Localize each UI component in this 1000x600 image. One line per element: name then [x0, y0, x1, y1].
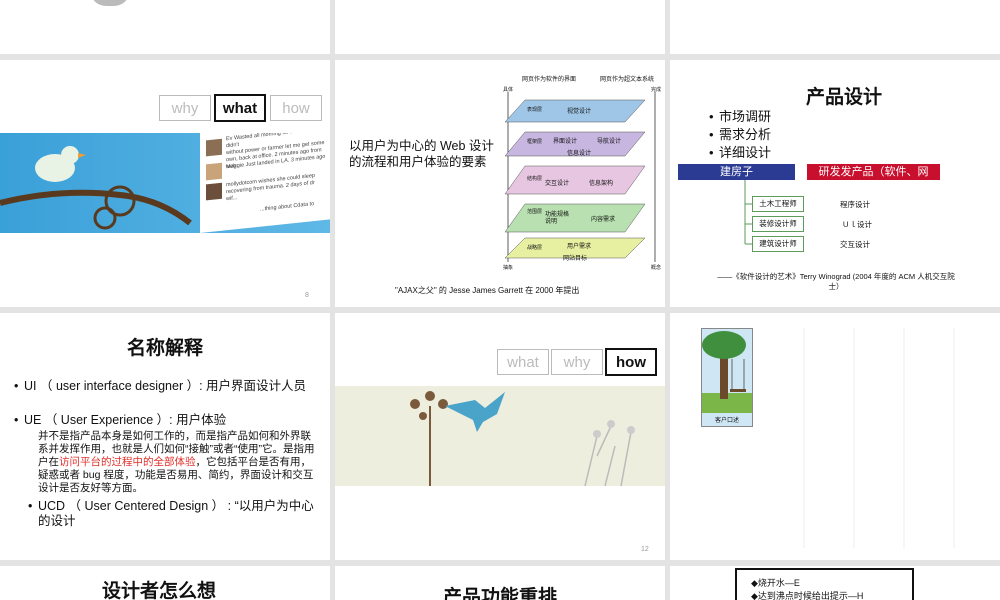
tweet-4: ...thing about Cdata to: [260, 201, 315, 213]
book-quote: ——《软件设计的艺术》Terry Winograd (2004 年度的 ACM …: [717, 272, 955, 291]
slide-thumb-hummingbird[interactable]: what why how 12: [335, 313, 665, 560]
slide-thumb-kettle[interactable]: ◆烧开水—E ◆达到沸点时候给出提示—H: [670, 566, 1000, 600]
hummingbird-banner: [335, 386, 665, 487]
slide-thumb-twitter[interactable]: why what how Ev Wasted all morning for F…: [0, 60, 330, 307]
tab-why: why: [551, 349, 603, 375]
layer-5-center: 用户需求: [567, 244, 592, 250]
slide-title: 产品设计: [805, 87, 882, 108]
page-number: 12: [641, 546, 649, 553]
role-label: 交互设计: [840, 240, 870, 249]
diamond-icon: ◆: [751, 578, 758, 588]
avatar: [206, 182, 222, 201]
page-number: 8: [305, 292, 309, 299]
layer-5-sub: 网站目标: [563, 256, 588, 262]
slide-thumb-3[interactable]: [670, 0, 1000, 54]
tweet-panel: Ev Wasted all morning for FORL who didn'…: [200, 133, 330, 233]
slide-thumb-glossary[interactable]: 名称解释 UI （ user interface designer ）: 用户界…: [0, 313, 330, 560]
layer-4-right: 内容需求: [591, 217, 616, 223]
tab-how: how: [605, 348, 657, 376]
requirements-box: ◆烧开水—E ◆达到沸点时候给出提示—H: [735, 568, 914, 600]
tab-why: why: [159, 95, 211, 121]
ue-description: 并不是指产品本身是如何工作的，而是指产品如何和外界联系并发挥作用，也就是人们如何…: [38, 430, 316, 495]
slide-thumb-2[interactable]: [335, 0, 665, 54]
layer-1-left: 表现层: [527, 107, 543, 113]
avatar: [206, 162, 222, 181]
layer-4-left: 范围层: [527, 209, 543, 215]
avatar: [206, 138, 222, 157]
bullet-item: 需求分析: [709, 126, 771, 143]
tab-what: what: [214, 94, 266, 122]
slide-footer: "AJAX之父" 的 Jesse James Garrett 在 2000 年提…: [395, 286, 580, 295]
requirement-line: ◆烧开水—E: [751, 578, 800, 588]
bullet-item: 市场调研: [709, 108, 771, 125]
role-box: 土木工程师: [752, 196, 804, 212]
layer-3-left: 结构层: [527, 176, 543, 182]
bullet-item: 详细设计: [709, 144, 771, 161]
twitter-banner: Ev Wasted all morning for FORL who didn'…: [0, 133, 330, 233]
develop-product-bar: 研发发产品（软件、网: [807, 164, 940, 180]
requirement-line: ◆达到沸点时候给出提示—H: [751, 591, 864, 600]
tweet-3: mollydotcom wishes she could sleep recov…: [226, 172, 315, 203]
role-box: 建筑设计师: [752, 236, 804, 252]
layer-2-center: 界面设计: [553, 139, 578, 145]
slide-thumb-designer-thinking[interactable]: 设计者怎么想: [0, 566, 330, 600]
tab-what: what: [497, 349, 549, 375]
layer-2-sub: 信息设计: [567, 151, 592, 157]
slide-thumb-product-design[interactable]: 产品设计 市场调研 需求分析 详细设计 建房子 研发发产品（软件、网 土木工程师…: [670, 60, 1000, 307]
role-box: 装修设计师: [752, 216, 804, 232]
layer-3-center: 交互设计: [545, 181, 570, 187]
glossary-ucd: UCD （ User Centered Design ） : “以用户为中心的设…: [28, 499, 316, 529]
slide-title: 设计者怎么想: [101, 581, 216, 600]
slide-thumb-tree-swing[interactable]: 客户口述: [670, 313, 1000, 560]
build-house-bar: 建房子: [678, 164, 795, 180]
glossary-ue: UE （ User Experience ）: 用户体验: [14, 413, 316, 428]
faded-panels: [755, 328, 985, 548]
glossary-ui: UI （ user interface designer ）: 用户界面设计人员: [14, 379, 316, 394]
slide-thumb-feature-reorder[interactable]: 产品功能重排: [335, 566, 665, 600]
tab-how: how: [270, 95, 322, 121]
swing-panel: 客户口述: [701, 328, 753, 427]
layer-4-center: 功能规格 说明: [545, 212, 570, 225]
layer-1-center: 视觉设计: [567, 109, 592, 115]
decor-shape: [90, 0, 130, 6]
diamond-icon: ◆: [751, 591, 758, 600]
layer-2-left: 框架层: [527, 139, 543, 145]
panel-caption: 客户口述: [714, 418, 739, 424]
slide-thumb-1[interactable]: [0, 0, 330, 54]
slide-thumb-ux-elements[interactable]: 以用户为中心的 Web 设计 的流程和用户体验的要素 网页作为软件的界面 网页作…: [335, 60, 665, 307]
ue-description-highlight: 访问平台的过程中的全部体验: [59, 456, 196, 468]
role-label: Ｕｌ设计: [842, 220, 872, 229]
tree-swing-icon: [702, 331, 752, 413]
slide-title: 产品功能重排: [442, 587, 557, 600]
layer-3-right: 信息架构: [589, 181, 614, 187]
slide-caption: 以用户为中心的 Web 设计 的流程和用户体验的要素: [349, 139, 494, 169]
layer-2-right: 导航设计: [597, 139, 622, 145]
hummingbird-icon: [410, 391, 635, 487]
slide-title: 名称解释: [126, 338, 203, 359]
role-label: 程序设计: [840, 200, 870, 209]
layer-5-left: 战略层: [527, 245, 543, 251]
